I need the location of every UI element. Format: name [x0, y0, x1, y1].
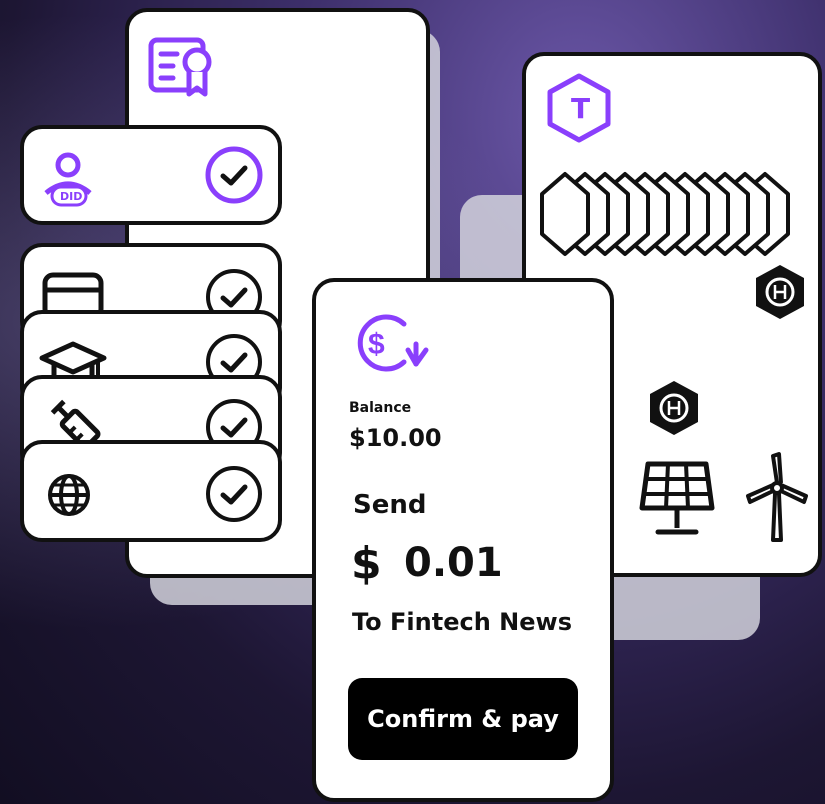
- globe-icon: [48, 474, 90, 516]
- check-circle-icon: [205, 146, 263, 204]
- hbar-icon: [650, 381, 698, 435]
- dollar-refresh-icon: $: [357, 314, 429, 372]
- token-letter: T: [571, 92, 591, 125]
- recipient-label: To Fintech News: [352, 608, 572, 636]
- amount-value: 0.01: [404, 540, 503, 586]
- amount-symbol: $: [351, 538, 382, 589]
- certificate-icon: [148, 37, 212, 97]
- balance-label: Balance: [349, 400, 412, 416]
- did-credential-card[interactable]: DID: [20, 125, 282, 225]
- wind-turbine-icon: [746, 452, 808, 542]
- payment-card: $ Balance $10.00 Send $ 0.01 To Fintech …: [312, 278, 614, 802]
- token-stack-icon: [540, 172, 790, 256]
- token-hexagon: [540, 172, 590, 256]
- send-label: Send: [353, 490, 427, 520]
- svg-text:$: $: [368, 328, 385, 361]
- solar-panel-icon: [639, 461, 715, 535]
- check-circle-icon: [206, 466, 262, 522]
- hbar-icon: [756, 265, 804, 319]
- balance-value: $10.00: [349, 424, 442, 452]
- did-badge-label: DID: [60, 190, 83, 203]
- confirm-pay-button[interactable]: Confirm & pay: [348, 678, 578, 760]
- passport-credential[interactable]: [20, 440, 282, 542]
